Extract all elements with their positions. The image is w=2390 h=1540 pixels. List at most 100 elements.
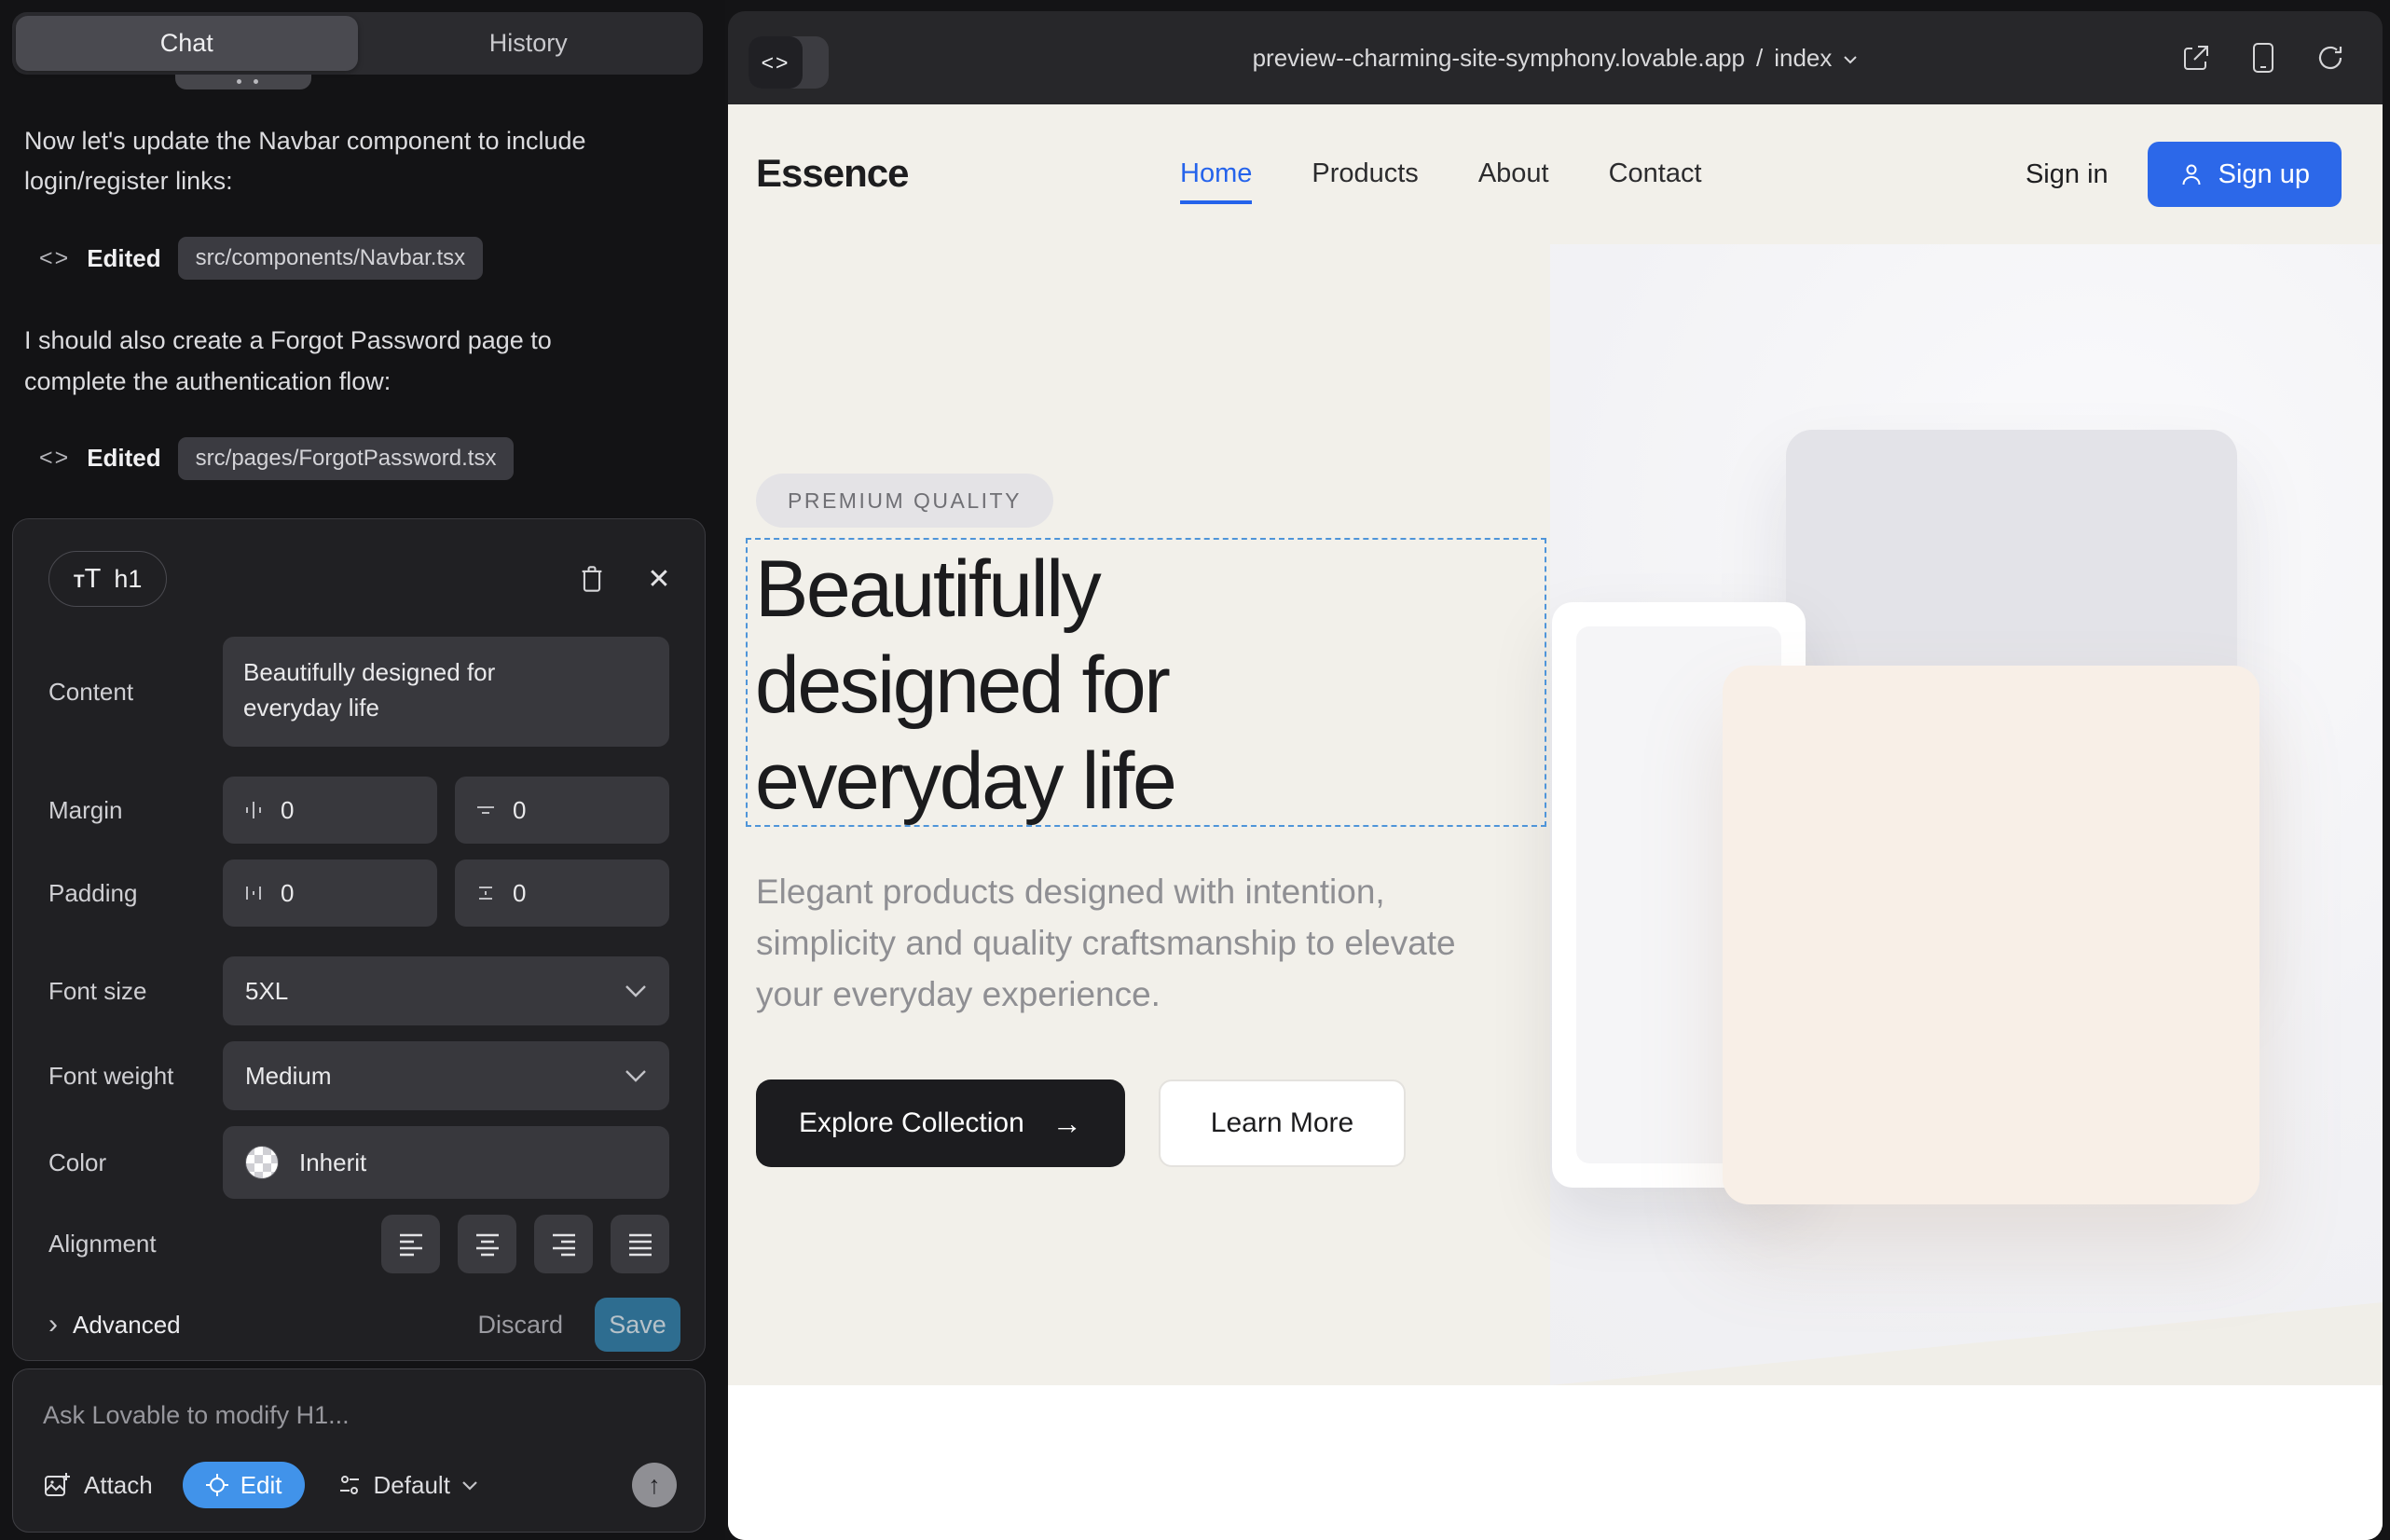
nav-link-contact[interactable]: Contact <box>1609 158 1702 189</box>
user-icon <box>2179 162 2204 186</box>
composer-toolbar: Attach Edit <box>43 1462 677 1508</box>
font-weight-select[interactable]: Medium <box>223 1041 669 1110</box>
file-chip[interactable]: src/pages/ForgotPassword.tsx <box>178 437 515 480</box>
padding-row: Padding 0 <box>48 859 680 927</box>
crosshair-icon <box>205 1473 229 1497</box>
edited-file-row: <> Edited src/pages/ForgotPassword.tsx <box>39 437 677 480</box>
browser-actions <box>2179 11 2347 104</box>
element-editor-panel: TT h1 ✕ Content Beautifully designed for <box>12 518 706 1361</box>
nav-link-home[interactable]: Home <box>1180 158 1252 189</box>
align-center-button[interactable] <box>458 1215 516 1273</box>
chevron-down-icon <box>625 1069 647 1082</box>
chat-message: I should also create a Forgot Password p… <box>24 321 602 401</box>
color-swatch-icon <box>245 1146 279 1179</box>
edit-mode-button[interactable]: Edit <box>183 1462 305 1508</box>
edited-file-row: <> Edited src/components/Navbar.tsx <box>39 237 677 280</box>
explore-collection-button[interactable]: Explore Collection → <box>756 1079 1125 1167</box>
nav-link-products[interactable]: Products <box>1312 158 1418 189</box>
sign-in-link[interactable]: Sign in <box>2026 159 2108 190</box>
file-chip[interactable]: src/components/Navbar.tsx <box>178 237 483 280</box>
font-size-select[interactable]: 5XL <box>223 956 669 1025</box>
chevron-down-icon <box>1843 55 1858 64</box>
padding-x-input[interactable]: 0 <box>223 859 437 927</box>
content-row: Content Beautifully designed for everyda… <box>48 637 680 747</box>
editor-header: TT h1 ✕ <box>48 551 680 607</box>
padding-vertical-icon <box>475 883 496 903</box>
model-selector[interactable]: Default <box>337 1471 478 1500</box>
delete-element-button[interactable] <box>570 557 613 600</box>
margin-y-input[interactable]: 0 <box>455 777 669 844</box>
sliders-icon <box>337 1473 363 1497</box>
alignment-label: Alignment <box>48 1230 223 1258</box>
margin-vertical-icon <box>475 800 496 820</box>
color-row: Color Inherit <box>48 1126 680 1199</box>
chat-message: Now let's update the Navbar component to… <box>24 121 602 201</box>
content-textarea[interactable]: Beautifully designed for everyday life <box>223 637 669 747</box>
align-left-button[interactable] <box>381 1215 440 1273</box>
url-separator: / <box>1756 44 1763 73</box>
scrolled-chat-chip <box>175 75 311 89</box>
open-external-button[interactable] <box>2179 41 2213 75</box>
composer-input[interactable]: Ask Lovable to modify H1... <box>43 1401 677 1430</box>
tab-chat[interactable]: Chat <box>16 16 358 71</box>
preview-browser-panel: <> preview--charming-site-symphony.lovab… <box>728 11 2383 1540</box>
chat-composer[interactable]: Ask Lovable to modify H1... Attach <box>12 1368 706 1533</box>
trash-icon <box>579 565 605 593</box>
site-navbar: Essence Home Products About Contact Sign… <box>728 104 2383 244</box>
site-logo[interactable]: Essence <box>756 151 908 196</box>
color-picker[interactable]: Inherit <box>223 1126 669 1199</box>
chat-thread: Now let's update the Navbar component to… <box>24 121 677 517</box>
send-button[interactable]: ↑ <box>632 1463 677 1507</box>
lovable-app: Chat History Now let's update the Navbar… <box>0 0 2390 1540</box>
save-button[interactable]: Save <box>595 1298 680 1352</box>
learn-more-button[interactable]: Learn More <box>1159 1079 1406 1167</box>
padding-label: Padding <box>48 879 223 908</box>
url-bar[interactable]: preview--charming-site-symphony.lovable.… <box>728 11 2383 104</box>
padding-horizontal-icon <box>243 883 264 903</box>
mobile-preview-button[interactable] <box>2246 41 2280 75</box>
chevron-right-icon: › <box>48 1309 58 1341</box>
arrow-right-icon: → <box>1052 1107 1082 1141</box>
close-editor-button[interactable]: ✕ <box>638 557 680 600</box>
hero-heading[interactable]: Beautifully designed for everyday life <box>755 542 1408 830</box>
attach-button[interactable]: Attach <box>43 1471 153 1500</box>
font-weight-label: Font weight <box>48 1062 223 1091</box>
nav-link-about[interactable]: About <box>1478 158 1549 189</box>
code-icon: <> <box>39 445 70 472</box>
chevron-down-icon <box>461 1480 478 1491</box>
site-viewport: Essence Home Products About Contact Sign… <box>728 104 2383 1540</box>
hero-cta-group: Explore Collection → Learn More <box>756 1079 1406 1167</box>
margin-x-input[interactable]: 0 <box>223 777 437 844</box>
url-host: preview--charming-site-symphony.lovable.… <box>1253 44 1745 73</box>
margin-label: Margin <box>48 796 223 825</box>
site-nav-links: Home Products About Contact <box>1180 158 1702 189</box>
alignment-row: Alignment <box>48 1215 680 1273</box>
attach-image-icon <box>43 1471 71 1499</box>
edited-label: Edited <box>87 444 160 473</box>
lovable-sidebar: Chat History Now let's update the Navbar… <box>0 0 725 1540</box>
hero-description: Elegant products designed with intention… <box>756 867 1502 1020</box>
next-section-background <box>728 1385 2383 1540</box>
decor-card-beige <box>1723 666 2260 1204</box>
padding-y-input[interactable]: 0 <box>455 859 669 927</box>
sign-up-button[interactable]: Sign up <box>2148 142 2342 207</box>
advanced-toggle[interactable]: › Advanced <box>48 1309 181 1341</box>
font-size-label: Font size <box>48 977 223 1006</box>
refresh-button[interactable] <box>2314 41 2347 75</box>
content-label: Content <box>48 678 223 707</box>
discard-button[interactable]: Discard <box>477 1311 563 1340</box>
text-size-icon: TT <box>74 564 101 595</box>
edited-label: Edited <box>87 244 160 273</box>
margin-row: Margin 0 <box>48 777 680 844</box>
align-right-button[interactable] <box>534 1215 593 1273</box>
h1-selection-outline: Beautifully designed for everyday life <box>746 538 1546 827</box>
chat-history-tabbar: Chat History <box>12 12 703 75</box>
color-label: Color <box>48 1148 223 1177</box>
margin-horizontal-icon <box>243 800 264 820</box>
tab-history[interactable]: History <box>358 16 700 71</box>
premium-quality-badge: PREMIUM QUALITY <box>756 474 1053 528</box>
url-page: index <box>1774 44 1832 73</box>
browser-topbar: <> preview--charming-site-symphony.lovab… <box>728 11 2383 104</box>
align-justify-button[interactable] <box>611 1215 669 1273</box>
site-nav-auth: Sign in Sign up <box>2026 142 2342 207</box>
